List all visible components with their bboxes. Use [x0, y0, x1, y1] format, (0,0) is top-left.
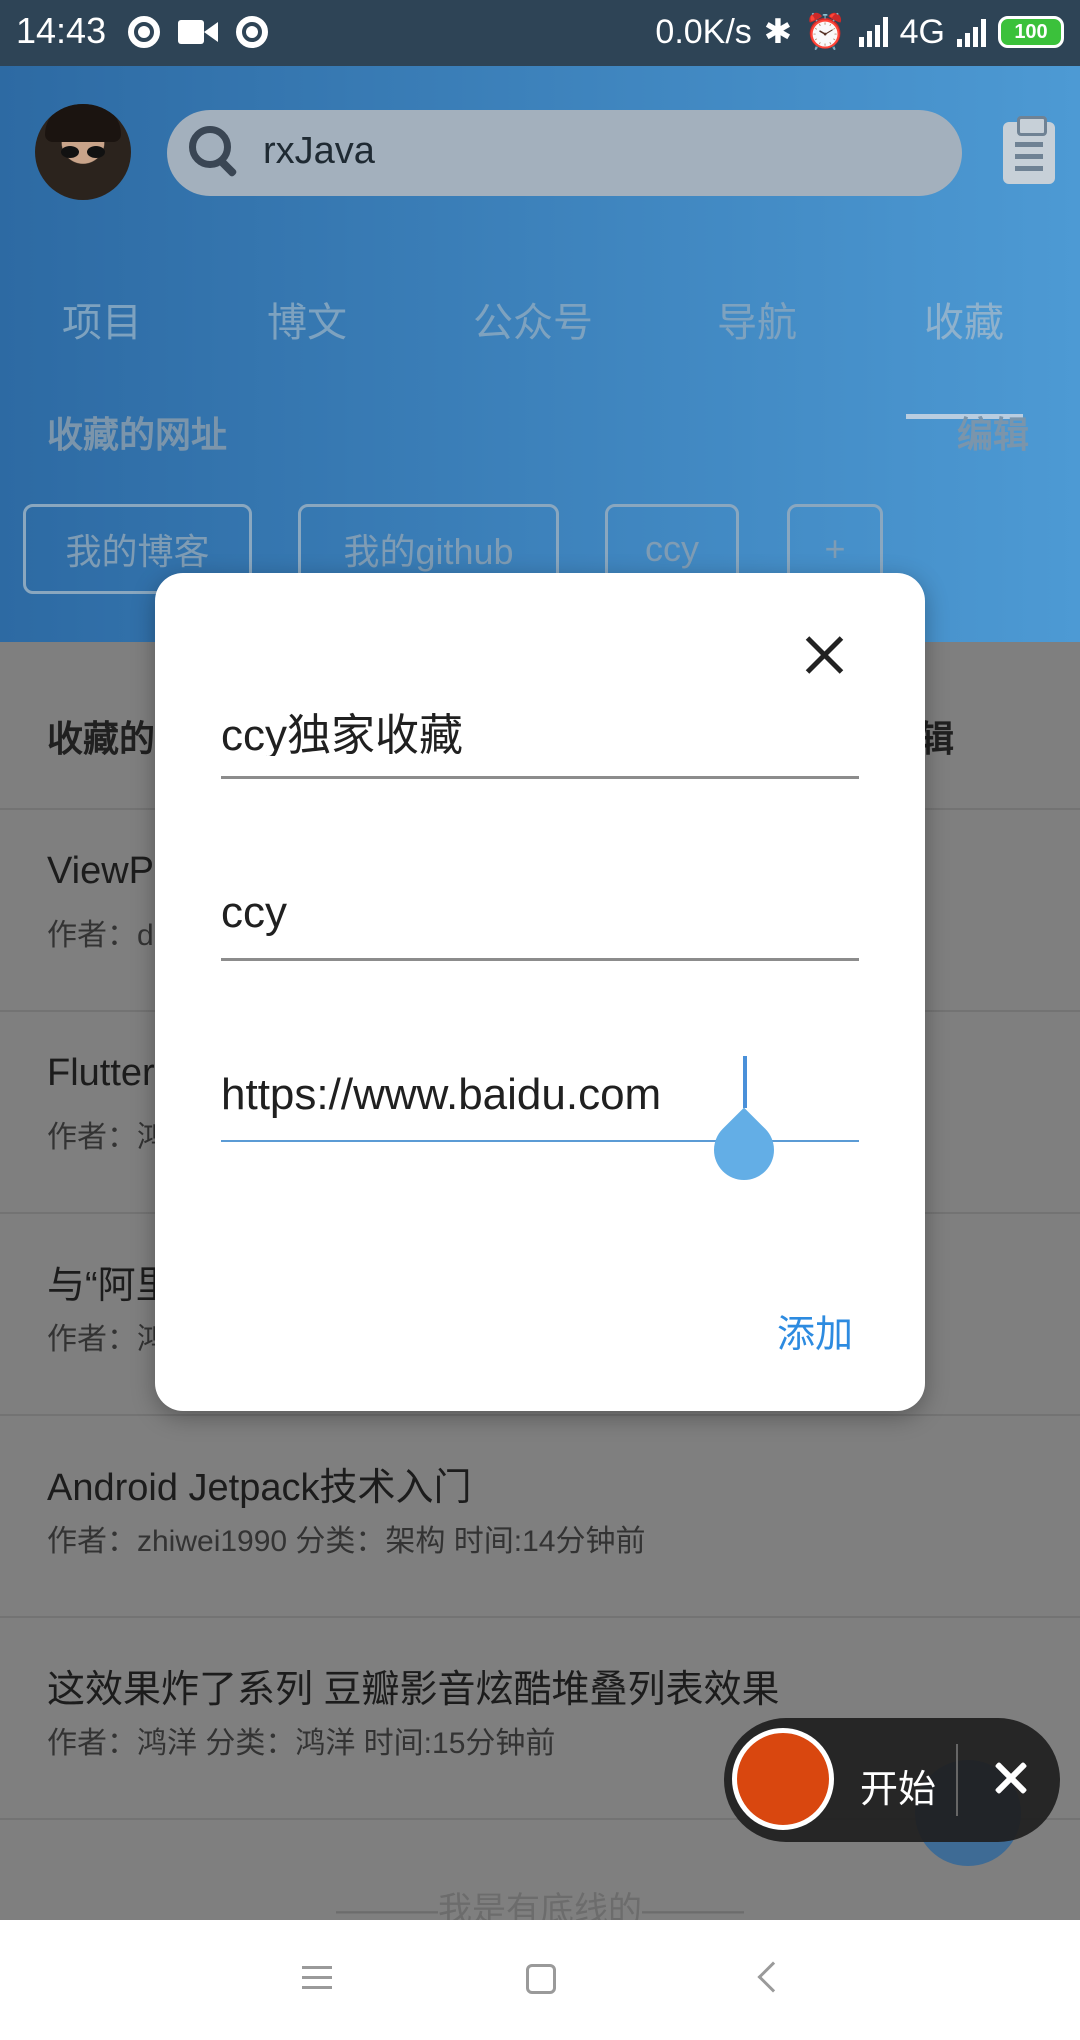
site-name-field[interactable] [221, 679, 859, 779]
screen-recorder-widget: 开始 [724, 1718, 1060, 1842]
home-icon[interactable] [526, 1964, 556, 1994]
item-title: 这效果炸了系列 豆瓣影音炫酷堆叠列表效果 [47, 1669, 780, 1711]
text-cursor [743, 1056, 747, 1108]
avatar-hair [45, 104, 121, 142]
clipboard-line [1015, 166, 1043, 171]
clipboard-icon[interactable] [1003, 116, 1055, 184]
avatar[interactable] [35, 104, 131, 200]
site-author-field[interactable] [221, 861, 859, 961]
tab-bar: 项目 博文 公众号 导航 收藏 [0, 268, 1080, 368]
tab-projects[interactable]: 项目 [62, 290, 142, 348]
tab-official-accounts[interactable]: 公众号 [473, 290, 593, 348]
edit-sites-button[interactable]: 编辑 [957, 406, 1029, 458]
net-speed: 0.0K/s [655, 12, 752, 51]
list-item[interactable]: Android Jetpack技术入门 作者：zhiwei1990 分类：架构 … [0, 1414, 1080, 1617]
back-icon[interactable] [757, 1961, 789, 1993]
search-bar[interactable]: rxJava [167, 110, 962, 196]
cursor-handle[interactable] [701, 1107, 787, 1193]
signal-icon [858, 17, 888, 47]
item-meta: 作者：鸿 [47, 1121, 167, 1154]
favorite-articles-title: 收藏的 [47, 718, 156, 759]
add-button[interactable]: 添加 [777, 1303, 853, 1358]
item-title: Android Jetpack技术入门 [47, 1467, 472, 1509]
battery-icon: 100 [998, 16, 1064, 48]
status-time: 14:43 [16, 10, 107, 51]
system-nav-bar [0, 1920, 1080, 2040]
status-notification-icons [128, 16, 268, 48]
site-url-input[interactable] [221, 1070, 859, 1120]
tab-navigation[interactable]: 导航 [717, 290, 797, 348]
search-query: rxJava [263, 130, 375, 172]
item-title: Flutter [47, 1052, 155, 1094]
tab-favorites[interactable]: 收藏 [924, 290, 1004, 348]
item-title: ViewP [47, 850, 155, 892]
bluetooth-icon: ✱ [763, 13, 793, 51]
record-indicator-icon-2 [236, 16, 268, 48]
tab-blogs[interactable]: 博文 [267, 290, 347, 348]
clipboard-line [1015, 142, 1043, 147]
item-meta: 作者：d [47, 919, 154, 952]
item-meta: 作者：zhiwei1990 分类：架构 时间:14分钟前 [47, 1525, 646, 1558]
recorder-divider [956, 1744, 958, 1816]
signal-icon-2 [957, 17, 986, 47]
alarm-icon: ⏰ [804, 13, 847, 51]
site-name-input[interactable] [221, 706, 859, 756]
status-bar: 14:43 0.0K/s ✱ ⏰ 4G 100 [0, 0, 1080, 66]
avatar-glasses [61, 146, 105, 158]
record-start-label[interactable]: 开始 [860, 1758, 936, 1813]
video-camera-icon [178, 18, 218, 46]
item-meta: 作者：鸿洋 分类：鸿洋 时间:15分钟前 [47, 1727, 556, 1760]
add-favorite-dialog: 添加 [155, 573, 925, 1411]
site-author-input[interactable] [221, 888, 859, 938]
status-right-icons: 0.0K/s ✱ ⏰ 4G 100 [655, 12, 1064, 52]
favorite-sites-title: 收藏的网址 [47, 414, 228, 455]
item-meta: 作者：鸿 [47, 1323, 167, 1356]
record-indicator-icon [128, 16, 160, 48]
clipboard-line [1015, 154, 1043, 159]
app-header: rxJava 项目 博文 公众号 导航 收藏 收藏的网址 编辑 我的博客 我的g… [0, 66, 1080, 642]
network-type: 4G [899, 12, 945, 51]
menu-icon[interactable] [302, 1964, 332, 1992]
close-icon[interactable] [805, 635, 845, 675]
record-button[interactable] [732, 1728, 834, 1830]
search-icon [189, 126, 239, 178]
site-url-field[interactable] [221, 1042, 859, 1193]
close-icon[interactable] [986, 1754, 1036, 1804]
